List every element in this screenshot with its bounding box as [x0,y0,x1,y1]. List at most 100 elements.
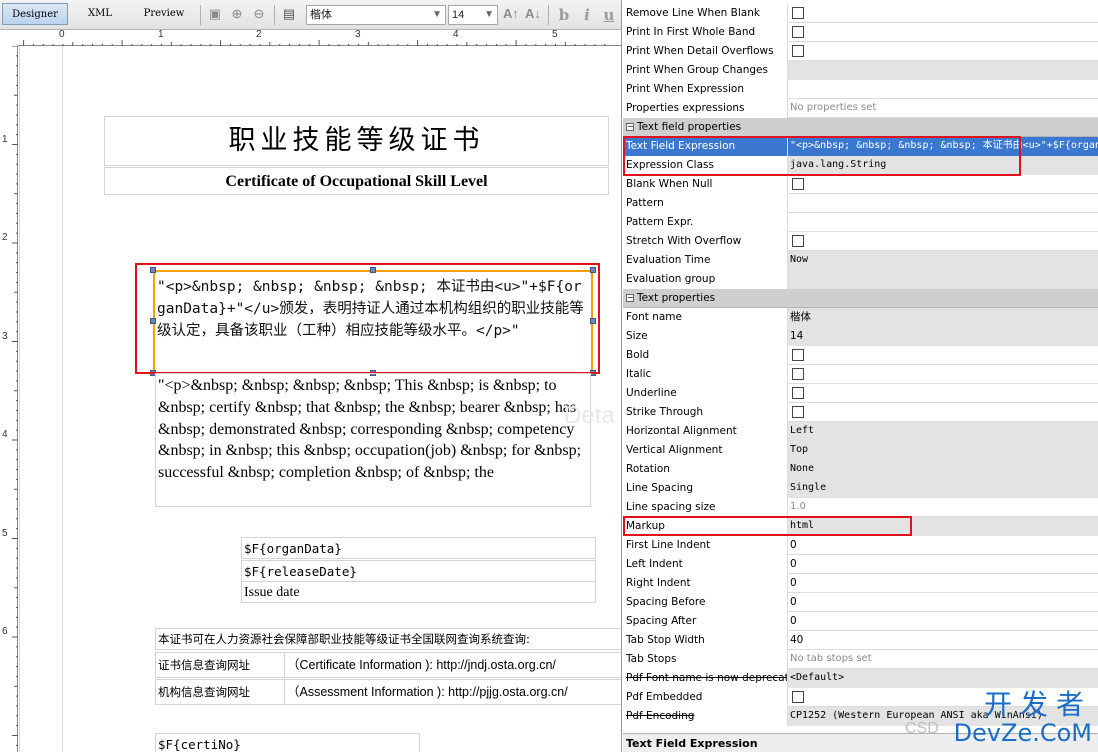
property-row[interactable]: Pattern Expr. [623,213,1098,232]
property-value[interactable]: 1.0 [788,498,1098,517]
property-checkbox[interactable] [792,406,804,418]
property-checkbox[interactable] [792,235,804,247]
property-value[interactable]: 0 [788,612,1098,631]
margin-guide [19,46,20,752]
property-value[interactable]: No properties set [788,99,1098,118]
property-row[interactable]: Font name 楷体 [623,308,1098,327]
property-name: Spacing After [623,612,788,631]
property-row[interactable]: Tab Stop Width 40 [623,631,1098,650]
font-size-combo[interactable]: 14 ▼ [448,5,498,25]
title-chinese-field[interactable]: 职业技能等级证书 [104,116,609,166]
property-row[interactable]: Properties expressions No properties set [623,99,1098,118]
property-row[interactable]: Print When Expression [623,80,1098,99]
property-row[interactable]: Stretch With Overflow [623,232,1098,251]
property-row[interactable]: Rotation None [623,460,1098,479]
property-value[interactable] [788,80,1098,99]
property-value[interactable] [788,270,1098,289]
font-shrink-icon[interactable]: A↓ [524,5,542,23]
property-row[interactable]: Print When Detail Overflows [623,42,1098,61]
property-checkbox[interactable] [792,368,804,380]
tab-designer[interactable]: Designer [2,3,68,25]
tab-preview[interactable]: Preview [136,3,192,25]
property-value[interactable]: 14 [788,327,1098,346]
property-value[interactable]: 0 [788,593,1098,612]
property-category[interactable]: − Text properties [623,289,1098,308]
zoom-in-icon[interactable]: ⊕ [228,5,246,23]
page-icon[interactable]: ▣ [206,5,224,23]
zoom-out-icon[interactable]: ⊖ [250,5,268,23]
property-value[interactable]: CP1252 (Western European ANSI aka WinAns… [788,707,1098,726]
property-value[interactable]: 40 [788,631,1098,650]
certificate-number-field[interactable]: $F{certiNo} [155,733,420,752]
property-value[interactable]: No tab stops set [788,650,1098,669]
property-checkbox[interactable] [792,178,804,190]
property-row[interactable]: Right Indent 0 [623,574,1098,593]
property-row[interactable]: Left Indent 0 [623,555,1098,574]
property-row[interactable]: Horizontal Alignment Left [623,422,1098,441]
organ-data-field[interactable]: $F{organData} [241,537,596,559]
property-checkbox[interactable] [792,7,804,19]
collapse-icon[interactable]: − [626,123,634,131]
property-value[interactable]: Single [788,479,1098,498]
property-row[interactable]: Vertical Alignment Top [623,441,1098,460]
bold-icon[interactable]: b [555,5,573,25]
property-row[interactable]: Spacing After 0 [623,612,1098,631]
property-category[interactable]: − Text field properties [623,118,1098,137]
property-value[interactable]: 0 [788,574,1098,593]
font-name-combo[interactable]: 楷体 ▼ [306,5,446,25]
report-icon[interactable]: ▤ [280,5,298,23]
query-system-text[interactable]: 本证书可在人力资源社会保障部职业技能等级证书全国联网查询系统查询: [155,628,621,650]
property-row[interactable]: Blank When Null [623,175,1098,194]
property-row[interactable]: Pdf Font name is now deprecated <Default> [623,669,1098,688]
property-row[interactable]: Remove Line When Blank [623,4,1098,23]
collapse-icon[interactable]: − [626,294,634,302]
property-value [788,403,1098,422]
property-value[interactable]: Top [788,441,1098,460]
property-row[interactable]: Strike Through [623,403,1098,422]
property-row[interactable]: Bold [623,346,1098,365]
property-value[interactable]: <Default> [788,669,1098,688]
property-value[interactable]: None [788,460,1098,479]
property-row[interactable]: Line spacing size 1.0 [623,498,1098,517]
tab-xml[interactable]: XML [78,3,122,25]
property-row[interactable]: Pattern [623,194,1098,213]
property-checkbox[interactable] [792,349,804,361]
property-row[interactable]: First Line Indent 0 [623,536,1098,555]
property-value[interactable]: 0 [788,555,1098,574]
property-row[interactable]: Spacing Before 0 [623,593,1098,612]
property-checkbox[interactable] [792,691,804,703]
property-value[interactable] [788,61,1098,80]
property-value[interactable]: 楷体 [788,308,1098,327]
release-date-field[interactable]: $F{releaseDate} [241,560,596,582]
underline-icon[interactable]: u [600,5,618,25]
property-row[interactable]: Evaluation Time Now [623,251,1098,270]
property-checkbox[interactable] [792,26,804,38]
property-value[interactable] [788,194,1098,213]
ruler-label: 2 [256,29,262,40]
property-name-text: Horizontal Alignment [626,425,737,437]
org-query-row[interactable]: 机构信息查询网址 （Assessment Information ): http… [155,679,621,705]
font-grow-icon[interactable]: A↑ [502,5,520,23]
english-text-field[interactable]: "<p>&nbsp; &nbsp; &nbsp; &nbsp; This &nb… [155,373,591,507]
property-row[interactable]: Pdf Encoding CP1252 (Western European ANS… [623,707,1098,726]
property-row[interactable]: Italic [623,365,1098,384]
cert-query-row[interactable]: 证书信息查询网址 （Certificate Information ): htt… [155,652,621,678]
property-value[interactable]: Now [788,251,1098,270]
property-checkbox[interactable] [792,387,804,399]
property-row[interactable]: Line Spacing Single [623,479,1098,498]
italic-icon[interactable]: i [578,5,596,25]
property-row[interactable]: Pdf Embedded [623,688,1098,707]
property-row[interactable]: Size 14 [623,327,1098,346]
property-row[interactable]: Print When Group Changes [623,61,1098,80]
property-value[interactable] [788,213,1098,232]
title-english-field[interactable]: Certificate of Occupational Skill Level [104,167,609,195]
property-row[interactable]: Tab Stops No tab stops set [623,650,1098,669]
issue-date-label[interactable]: Issue date [241,581,596,603]
property-value[interactable]: Left [788,422,1098,441]
property-category-label: Text properties [637,292,716,304]
property-value[interactable]: 0 [788,536,1098,555]
property-row[interactable]: Underline [623,384,1098,403]
property-row[interactable]: Print In First Whole Band [623,23,1098,42]
property-checkbox[interactable] [792,45,804,57]
property-row[interactable]: Evaluation group [623,270,1098,289]
